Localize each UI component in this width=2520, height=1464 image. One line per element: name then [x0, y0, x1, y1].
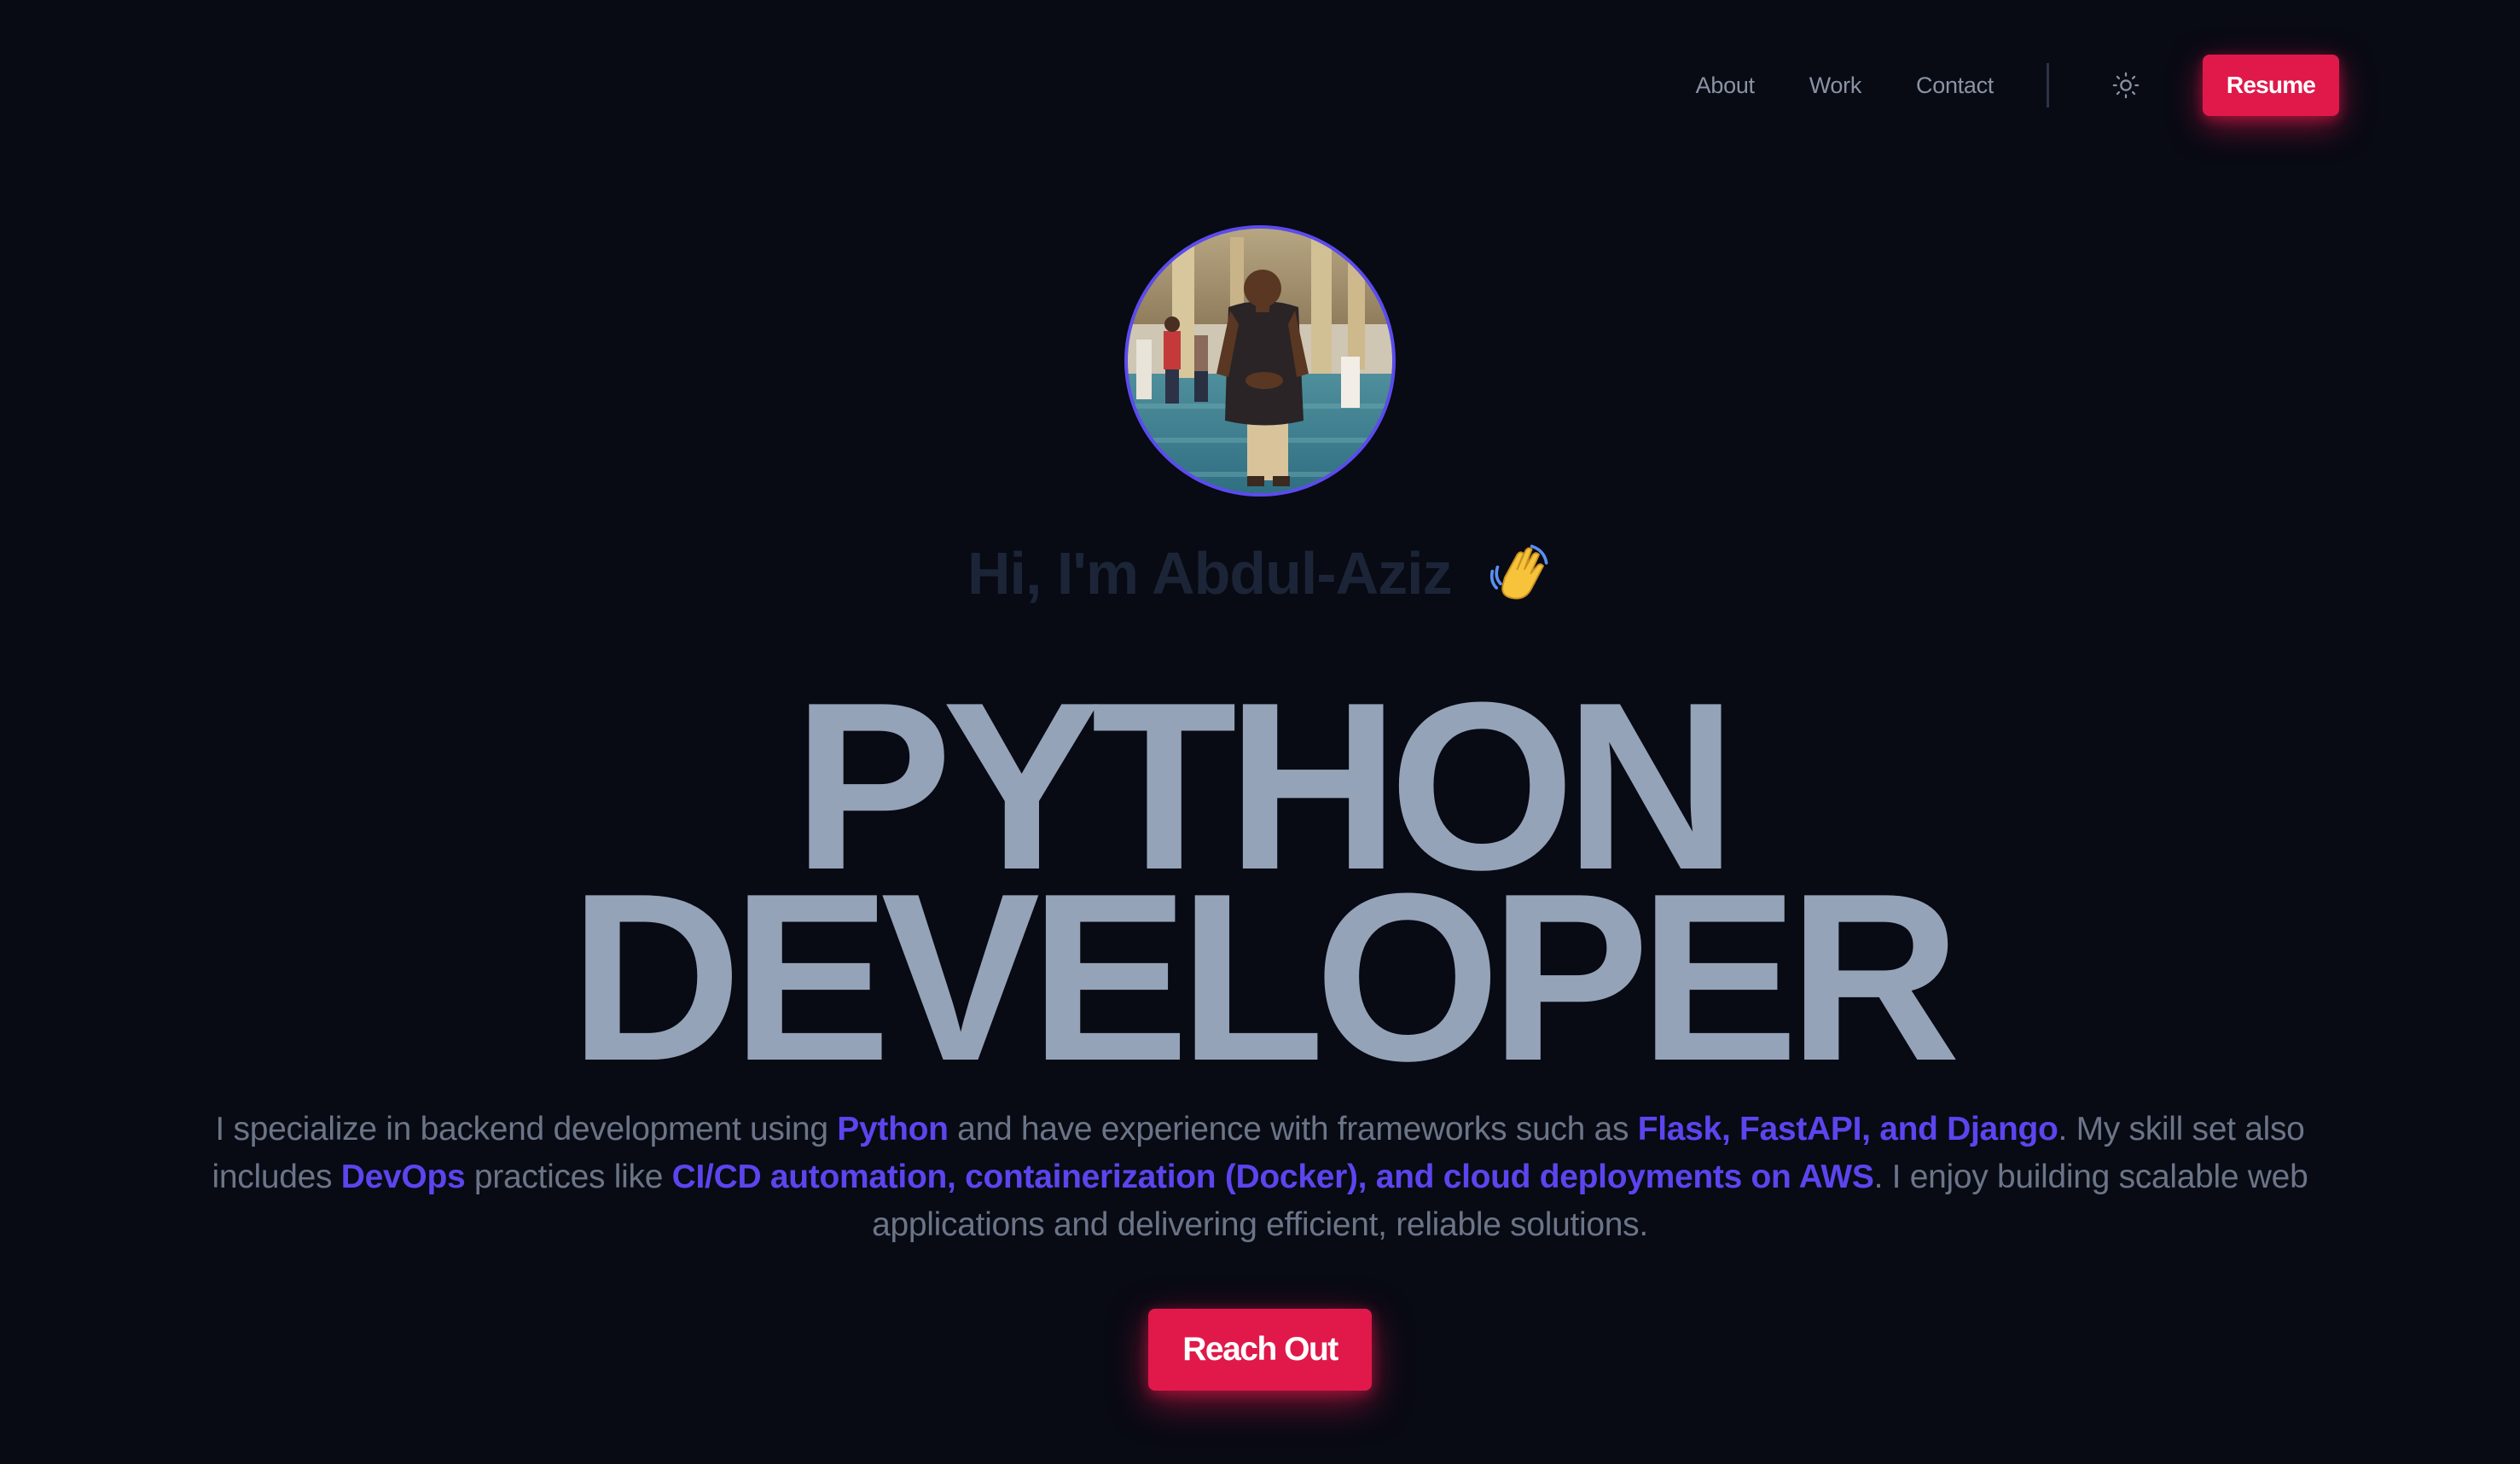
headline-line-2: DEVELOPER — [569, 845, 1960, 1111]
highlight-frameworks: Flask, FastAPI, and Django — [1637, 1111, 2058, 1147]
greeting-text: Hi, I'm Abdul-Aziz — [967, 540, 1453, 607]
avatar — [1124, 225, 1396, 497]
resume-button[interactable]: Resume — [2203, 55, 2339, 116]
waving-hand-icon — [1489, 544, 1548, 600]
nav-link-about[interactable]: About — [1696, 73, 1755, 99]
description-text: I specialize in backend development usin… — [215, 1111, 838, 1147]
highlight-devops: DevOps — [340, 1159, 466, 1195]
hero-description: I specialize in backend development usin… — [171, 1106, 2349, 1249]
highlight-python: Python — [837, 1111, 949, 1147]
nav-divider — [2047, 63, 2049, 107]
description-text: practices like — [465, 1159, 672, 1195]
top-nav: About Work Contact Resume — [1696, 55, 2339, 116]
highlight-devops-practices: CI/CD automation, containerization (Dock… — [671, 1159, 1874, 1195]
nav-link-work[interactable]: Work — [1809, 73, 1862, 99]
sun-icon — [2112, 72, 2140, 99]
nav-link-contact[interactable]: Contact — [1916, 73, 1994, 99]
reach-out-button[interactable]: Reach Out — [1148, 1309, 1372, 1391]
description-text: and have experience with frameworks such… — [948, 1111, 1638, 1147]
theme-toggle-button[interactable] — [2109, 68, 2143, 102]
greeting: Hi, I'm Abdul-Aziz — [0, 539, 2520, 607]
profile-photo — [1128, 229, 1392, 493]
